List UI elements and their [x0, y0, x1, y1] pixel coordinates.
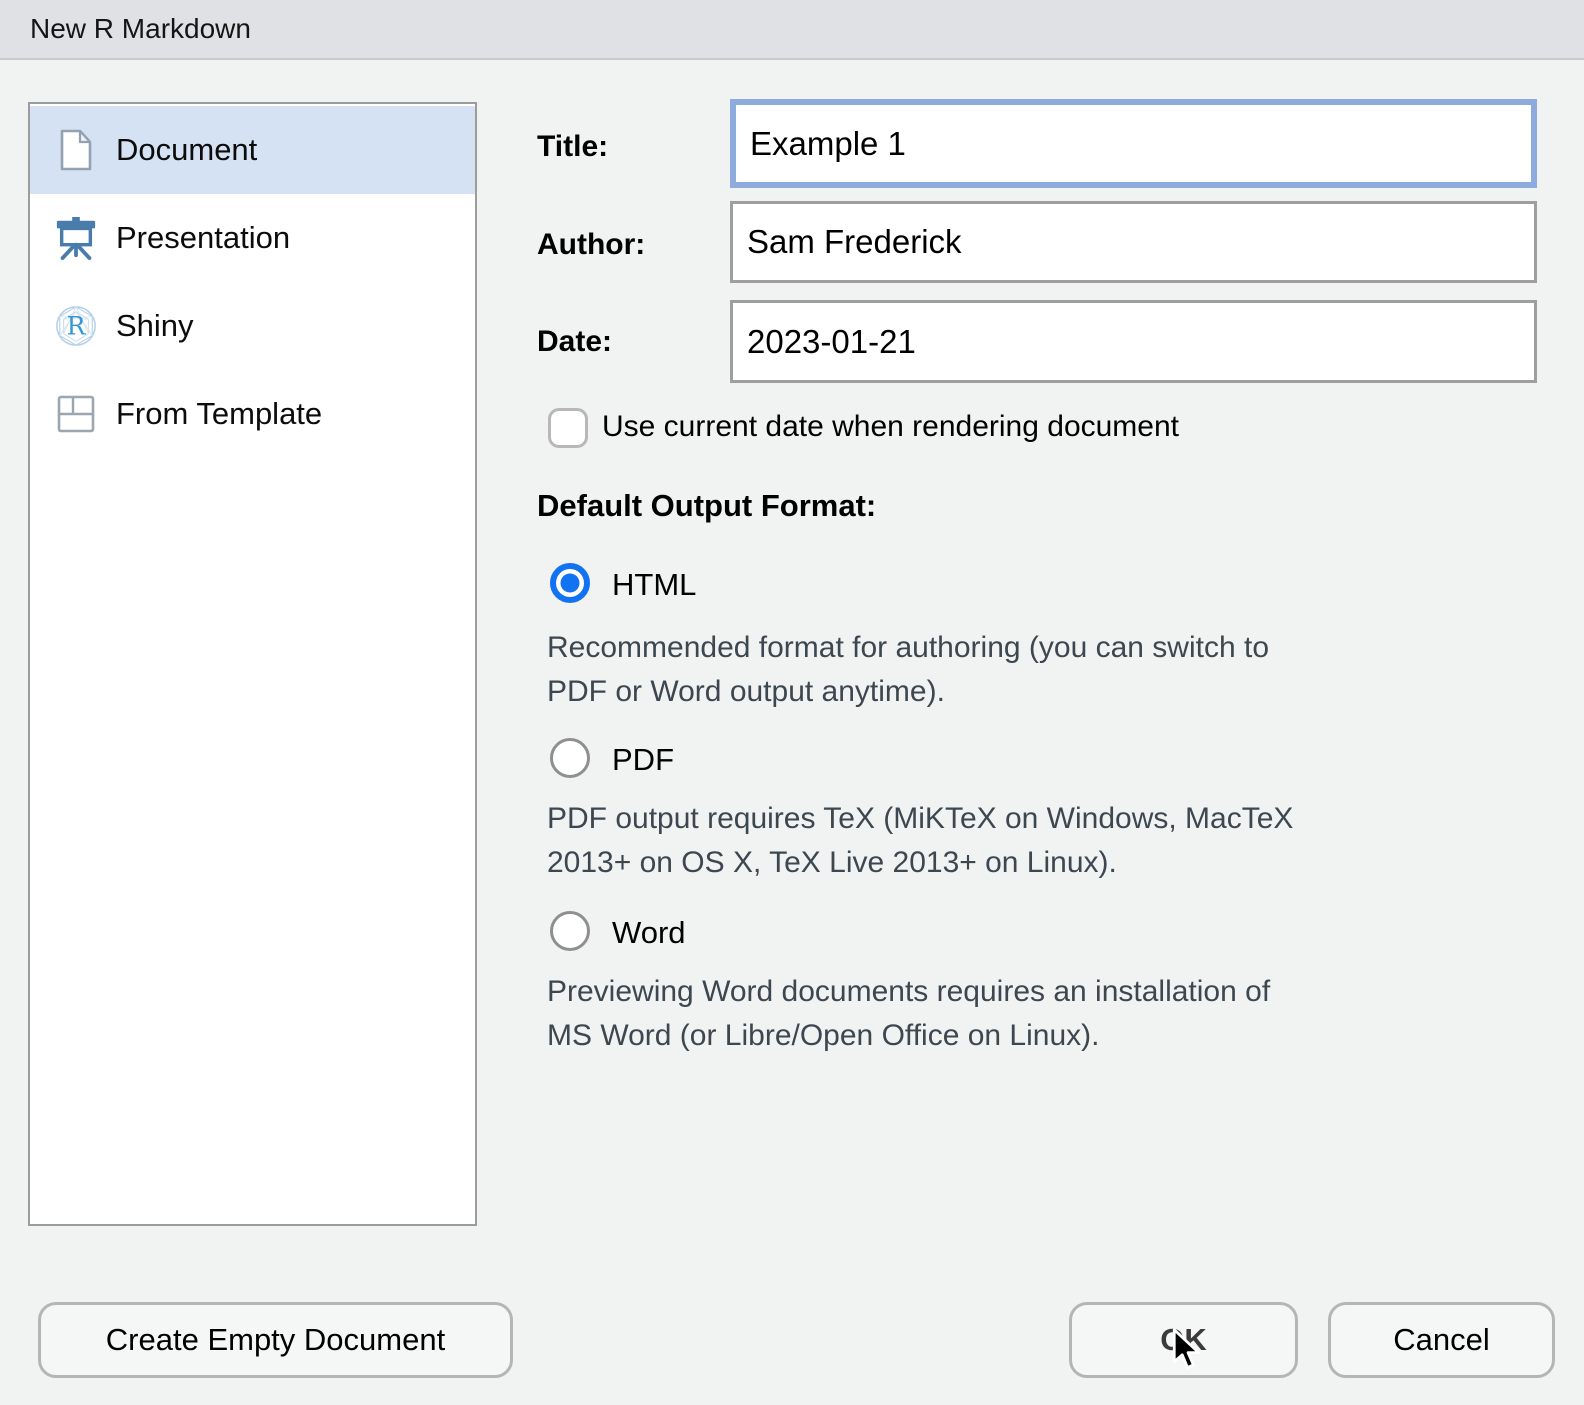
template-icon: [54, 391, 98, 437]
cancel-button[interactable]: Cancel: [1328, 1302, 1555, 1378]
sidebar-item-shiny[interactable]: R Shiny: [30, 282, 475, 370]
new-r-markdown-dialog: New R Markdown Document: [0, 0, 1584, 1405]
dialog-title: New R Markdown: [30, 13, 251, 45]
pdf-radio-label[interactable]: PDF: [612, 742, 674, 778]
title-label: Title:: [537, 130, 608, 164]
author-input[interactable]: [730, 201, 1537, 283]
pdf-description: PDF output requires TeX (MiKTeX on Windo…: [547, 797, 1512, 885]
sidebar-item-label: Shiny: [116, 308, 194, 344]
word-radio-label[interactable]: Word: [612, 915, 686, 951]
document-icon: [54, 127, 98, 173]
sidebar-item-label: Document: [116, 132, 257, 168]
pdf-radio[interactable]: [550, 738, 590, 778]
sidebar-item-label: Presentation: [116, 220, 290, 256]
create-empty-document-button[interactable]: Create Empty Document: [38, 1302, 513, 1378]
html-radio[interactable]: [550, 563, 590, 603]
html-description: Recommended format for authoring (you ca…: [547, 626, 1512, 714]
presentation-icon: [54, 215, 98, 261]
shiny-icon: R: [54, 303, 98, 349]
sidebar-item-label: From Template: [116, 396, 322, 432]
word-radio[interactable]: [550, 911, 590, 951]
date-label: Date:: [537, 325, 612, 359]
author-label: Author:: [537, 228, 645, 262]
title-input[interactable]: [730, 99, 1537, 188]
sidebar-item-from-template[interactable]: From Template: [30, 370, 475, 458]
use-current-date-label: Use current date when rendering document: [602, 410, 1179, 444]
default-output-format-label: Default Output Format:: [537, 488, 876, 524]
dialog-titlebar: New R Markdown: [0, 0, 1584, 60]
sidebar-item-document[interactable]: Document: [30, 106, 475, 194]
html-radio-label[interactable]: HTML: [612, 567, 696, 603]
sidebar-item-presentation[interactable]: Presentation: [30, 194, 475, 282]
use-current-date-checkbox[interactable]: [548, 408, 588, 448]
mouse-cursor-icon: [1170, 1327, 1204, 1373]
svg-text:R: R: [67, 312, 87, 341]
word-description: Previewing Word documents requires an in…: [547, 970, 1512, 1058]
date-input[interactable]: [730, 300, 1537, 383]
template-type-list: Document Presentation: [28, 102, 477, 1226]
